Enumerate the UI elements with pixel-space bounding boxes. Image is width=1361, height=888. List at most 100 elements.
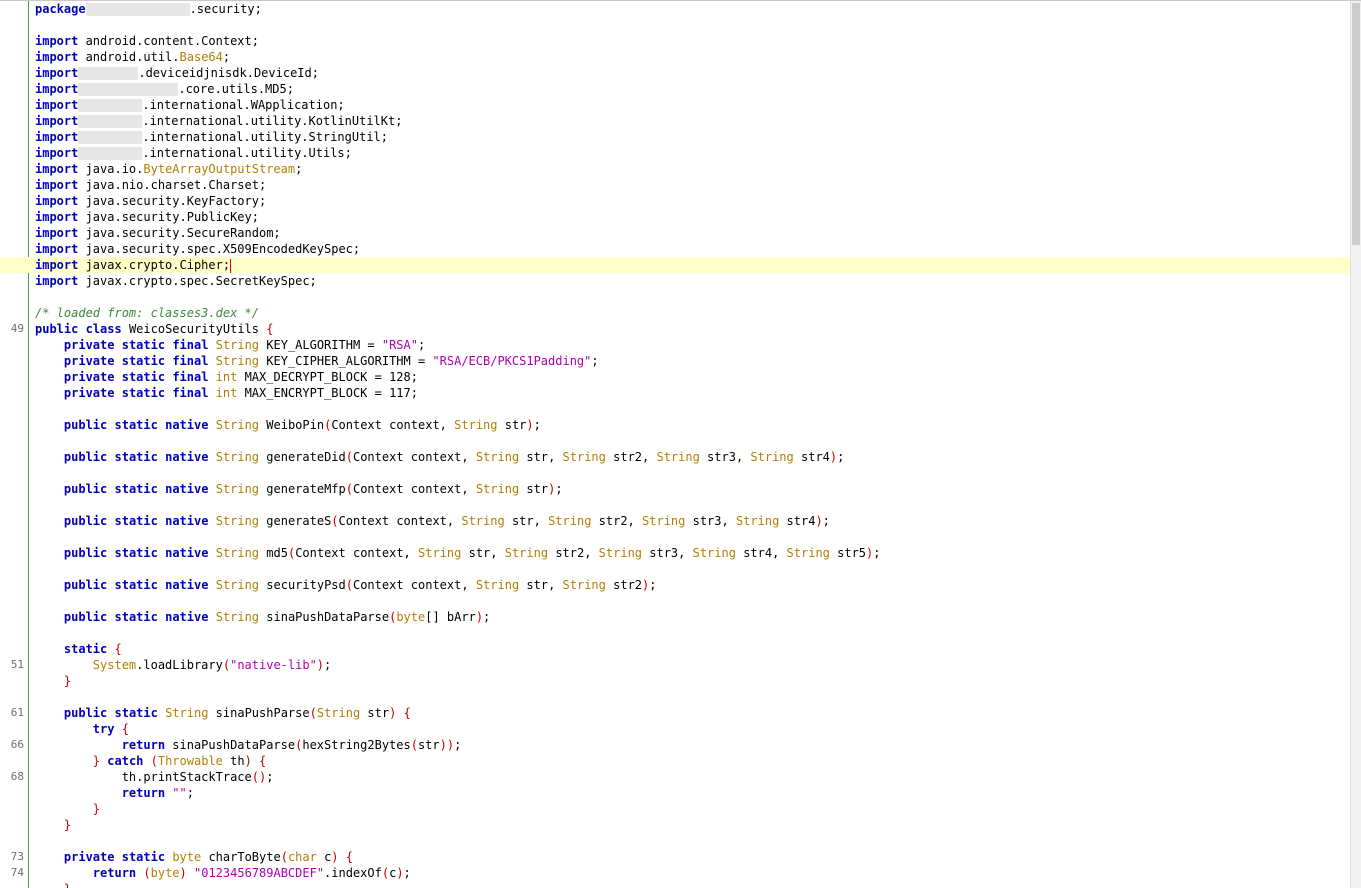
code-line[interactable]: } catch (Throwable th) { bbox=[0, 753, 1350, 769]
code-line[interactable] bbox=[0, 465, 1350, 481]
code-line[interactable]: import android.content.Context; bbox=[0, 33, 1350, 49]
code-editor[interactable]: package .security; import android.content.… bbox=[0, 0, 1361, 888]
scrollbar-thumb[interactable] bbox=[1352, 3, 1360, 245]
code-line[interactable]: import .international.utility.KotlinUtilK… bbox=[0, 113, 1350, 129]
code-lines[interactable]: package .security; import android.content.… bbox=[0, 1, 1350, 888]
code-text: public class WeicoSecurityUtils { bbox=[35, 322, 274, 336]
code-text: import .international.utility.Utils; bbox=[35, 146, 352, 160]
code-text: return (byte) "0123456789ABCDEF".indexOf… bbox=[92, 866, 411, 880]
code-line[interactable]: import .international.WApplication; bbox=[0, 97, 1350, 113]
code-text: public static native String sinaPushData… bbox=[63, 610, 491, 624]
code-line[interactable]: 66 return sinaPushDataParse(hexString2By… bbox=[0, 737, 1350, 753]
line-number: 66 bbox=[10, 738, 24, 751]
code-line[interactable]: static { bbox=[0, 641, 1350, 657]
code-text: } bbox=[63, 818, 72, 832]
code-text: public static native String md5(Context … bbox=[63, 546, 881, 560]
code-text: private static final int MAX_DECRYPT_BLO… bbox=[63, 370, 418, 384]
redacted-text bbox=[78, 83, 179, 96]
vertical-scrollbar[interactable] bbox=[1350, 1, 1361, 888]
code-line[interactable] bbox=[0, 593, 1350, 609]
code-line[interactable]: return ""; bbox=[0, 785, 1350, 801]
code-line[interactable]: public static native String sinaPushData… bbox=[0, 609, 1350, 625]
code-text: public static native String WeiboPin(Con… bbox=[63, 418, 541, 432]
code-line[interactable]: import java.nio.charset.Charset; bbox=[0, 177, 1350, 193]
code-line[interactable]: import java.security.PublicKey; bbox=[0, 209, 1350, 225]
code-text: import android.content.Context; bbox=[35, 34, 259, 48]
code-line[interactable]: private static final int MAX_DECRYPT_BLO… bbox=[0, 369, 1350, 385]
code-text: } bbox=[92, 802, 101, 816]
code-line[interactable]: import java.security.SecureRandom; bbox=[0, 225, 1350, 241]
code-line[interactable]: import java.security.KeyFactory; bbox=[0, 193, 1350, 209]
code-text: import .international.WApplication; bbox=[35, 98, 345, 112]
code-line[interactable] bbox=[0, 529, 1350, 545]
code-text: import android.util.Base64; bbox=[35, 50, 231, 64]
code-line[interactable]: public static native String WeiboPin(Con… bbox=[0, 417, 1350, 433]
code-text: import javax.crypto.spec.SecretKeySpec; bbox=[35, 274, 317, 288]
code-line[interactable]: public static native String md5(Context … bbox=[0, 545, 1350, 561]
redacted-text bbox=[78, 67, 139, 80]
code-text: return ""; bbox=[121, 786, 194, 800]
code-line[interactable] bbox=[0, 289, 1350, 305]
code-text: public static native String generateS(Co… bbox=[63, 514, 830, 528]
code-line[interactable]: 51 System.loadLibrary("native-lib"); bbox=[0, 657, 1350, 673]
code-text: } catch (Throwable th) { bbox=[92, 754, 267, 768]
code-text: import java.nio.charset.Charset; bbox=[35, 178, 267, 192]
code-line[interactable]: /* loaded from: classes3.dex */ bbox=[0, 305, 1350, 321]
text-cursor bbox=[230, 258, 232, 273]
line-number: 73 bbox=[10, 850, 24, 863]
code-line[interactable] bbox=[0, 833, 1350, 849]
code-line[interactable]: } bbox=[0, 881, 1350, 888]
code-text: private static final String KEY_ALGORITH… bbox=[63, 338, 426, 352]
code-line[interactable]: import javax.crypto.Cipher; bbox=[0, 257, 1350, 273]
code-text: import java.security.spec.X509EncodedKey… bbox=[35, 242, 361, 256]
code-text: import .international.utility.KotlinUtilK… bbox=[35, 114, 403, 128]
code-line[interactable]: 61 public static String sinaPushParse(St… bbox=[0, 705, 1350, 721]
code-line[interactable]: private static final String KEY_ALGORITH… bbox=[0, 337, 1350, 353]
code-line[interactable]: import java.security.spec.X509EncodedKey… bbox=[0, 241, 1350, 257]
code-line[interactable]: try { bbox=[0, 721, 1350, 737]
code-line[interactable] bbox=[0, 401, 1350, 417]
code-line[interactable]: } bbox=[0, 817, 1350, 833]
code-line[interactable]: import javax.crypto.spec.SecretKeySpec; bbox=[0, 273, 1350, 289]
code-line[interactable]: public static native String generateDid(… bbox=[0, 449, 1350, 465]
code-line[interactable]: 49 public class WeicoSecurityUtils { bbox=[0, 321, 1350, 337]
code-text: private static final String KEY_CIPHER_A… bbox=[63, 354, 599, 368]
code-line[interactable]: import .deviceidjnisdk.DeviceId; bbox=[0, 65, 1350, 81]
code-line[interactable]: import android.util.Base64; bbox=[0, 49, 1350, 65]
code-line[interactable]: import .core.utils.MD5; bbox=[0, 81, 1350, 97]
code-line[interactable]: public static native String generateS(Co… bbox=[0, 513, 1350, 529]
code-line[interactable] bbox=[0, 561, 1350, 577]
code-line[interactable]: private static final int MAX_ENCRYPT_BLO… bbox=[0, 385, 1350, 401]
code-line[interactable]: } bbox=[0, 673, 1350, 689]
code-text: import javax.crypto.Cipher; bbox=[35, 258, 232, 273]
code-line[interactable]: 73 private static byte charToByte(char c… bbox=[0, 849, 1350, 865]
code-line[interactable]: import .international.utility.StringUtil; bbox=[0, 129, 1350, 145]
code-line[interactable]: 74 return (byte) "0123456789ABCDEF".inde… bbox=[0, 865, 1350, 881]
code-text: th.printStackTrace(); bbox=[35, 770, 274, 784]
line-number: 49 bbox=[10, 322, 24, 335]
code-line[interactable]: private static final String KEY_CIPHER_A… bbox=[0, 353, 1350, 369]
code-line[interactable]: public static native String securityPsd(… bbox=[0, 577, 1350, 593]
code-line[interactable] bbox=[0, 689, 1350, 705]
code-line[interactable] bbox=[0, 17, 1350, 33]
redacted-text bbox=[78, 99, 143, 112]
code-text: import java.security.KeyFactory; bbox=[35, 194, 267, 208]
redacted-text bbox=[78, 131, 143, 144]
code-line[interactable]: package .security; bbox=[0, 1, 1350, 17]
code-text: import java.io.ByteArrayOutputStream; bbox=[35, 162, 303, 176]
code-text: public static native String securityPsd(… bbox=[63, 578, 657, 592]
code-text: /* loaded from: classes3.dex */ bbox=[35, 306, 259, 320]
code-line[interactable] bbox=[0, 625, 1350, 641]
code-text: } bbox=[35, 881, 71, 888]
code-line[interactable]: public static native String generateMfp(… bbox=[0, 481, 1350, 497]
code-text: import java.security.SecureRandom; bbox=[35, 226, 281, 240]
code-line[interactable] bbox=[0, 433, 1350, 449]
code-text: public static native String generateDid(… bbox=[63, 450, 845, 464]
code-line[interactable]: 68 th.printStackTrace(); bbox=[0, 769, 1350, 785]
code-line[interactable]: import java.io.ByteArrayOutputStream; bbox=[0, 161, 1350, 177]
code-text: System.loadLibrary("native-lib"); bbox=[92, 658, 332, 672]
code-line[interactable]: import .international.utility.Utils; bbox=[0, 145, 1350, 161]
code-line[interactable] bbox=[0, 497, 1350, 513]
code-line[interactable]: } bbox=[0, 801, 1350, 817]
code-text: import java.security.PublicKey; bbox=[35, 210, 259, 224]
